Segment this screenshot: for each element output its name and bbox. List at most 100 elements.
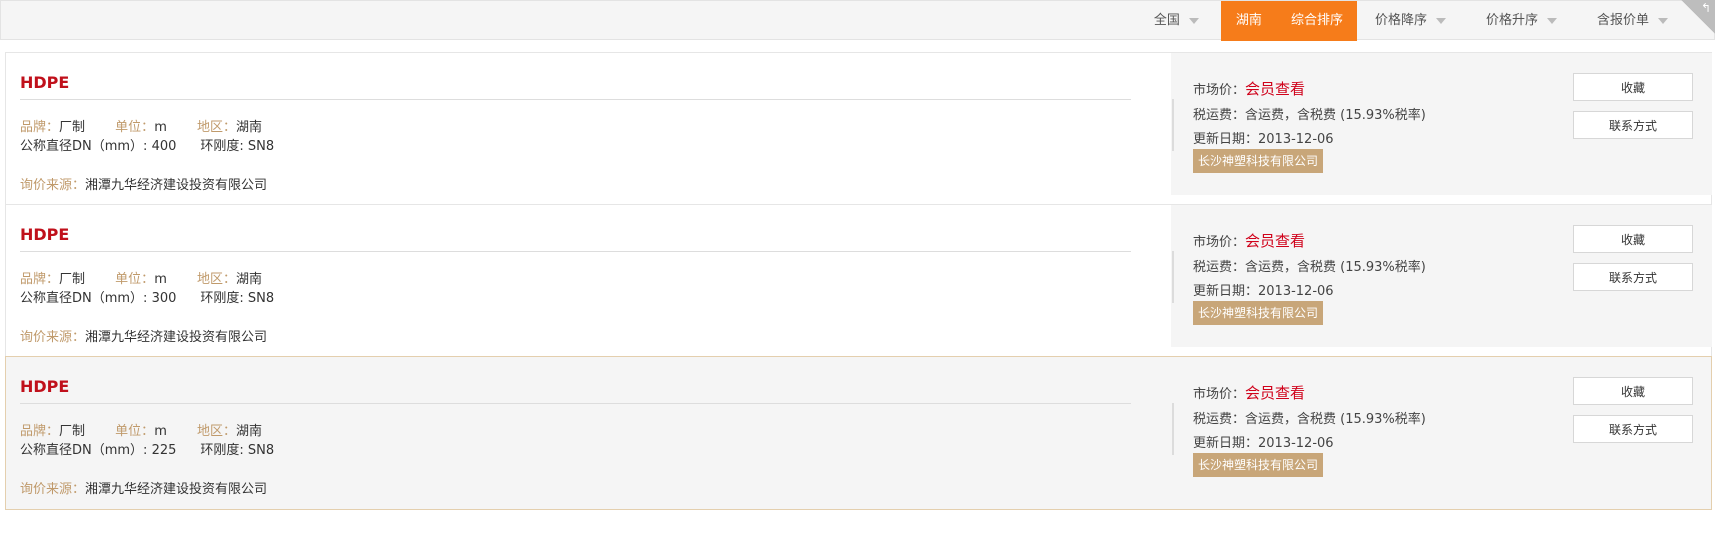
favorite-button[interactable]: 收藏: [1573, 73, 1693, 101]
company-badge[interactable]: 长沙神塑科技有限公司: [1193, 301, 1324, 325]
market-price-value[interactable]: 会员查看: [1245, 232, 1305, 250]
tax-value: 含运费，含税费 (15.93%税率): [1245, 412, 1426, 427]
brand-value: 厂制: [59, 272, 86, 287]
product-card: HDPE 品牌：厂制 单位：m 地区：湖南 公称直径DN（mm）: 400 环刚度…: [5, 52, 1712, 206]
stiffness-spec: 环刚度: SN8: [200, 139, 275, 154]
filter-with-quote-label: 含报价单: [1596, 13, 1649, 28]
tax-shipping: 税运费：含运费，含税费 (15.93%税率): [1193, 104, 1426, 123]
diameter-spec: 公称直径DN（mm）: 300: [20, 291, 177, 306]
filter-bar: 全国 湖南 综合排序 价格降序 价格升序 含报价单 ↰: [0, 0, 1715, 41]
brand-label: 品牌：: [20, 272, 60, 287]
update-date: 更新日期：2013-12-06: [1193, 280, 1334, 299]
product-name[interactable]: HDPE: [20, 225, 69, 244]
chevron-down-icon: [1435, 17, 1446, 24]
product-specs: 公称直径DN（mm）: 300 环刚度: SN8: [20, 287, 274, 306]
chevron-down-icon: [1188, 17, 1199, 24]
area-value: 湖南: [236, 272, 263, 287]
sort-default[interactable]: 综合排序: [1276, 1, 1357, 41]
company-badge[interactable]: 长沙神塑科技有限公司: [1193, 149, 1324, 173]
favorite-button[interactable]: 收藏: [1573, 377, 1693, 405]
area-label: 地区：: [197, 120, 237, 135]
product-specs: 公称直径DN（mm）: 400 环刚度: SN8: [20, 135, 274, 154]
sort-default-label: 综合排序: [1290, 13, 1343, 28]
contact-button[interactable]: 联系方式: [1573, 111, 1693, 139]
sort-price-desc[interactable]: 价格降序: [1357, 1, 1468, 41]
tax-value: 含运费，含税费 (15.93%税率): [1245, 108, 1426, 123]
date-value: 2013-12-06: [1258, 132, 1334, 147]
unit-label: 单位：: [115, 272, 155, 287]
active-filter-group: 湖南 综合排序: [1220, 1, 1357, 41]
unit-label: 单位：: [115, 424, 155, 439]
product-card: HDPE 品牌：厂制 单位：m 地区：湖南 公称直径DN（mm）: 300 环刚度…: [5, 204, 1712, 358]
date-label: 更新日期：: [1193, 436, 1259, 451]
product-card: HDPE 品牌：厂制 单位：m 地区：湖南 公称直径DN（mm）: 225 环刚度…: [5, 356, 1712, 510]
market-price: 市场价：会员查看: [1193, 230, 1305, 251]
inquiry-source: 询价来源：湘潭九华经济建设投资有限公司: [20, 326, 267, 345]
divider: [20, 403, 1131, 404]
market-price-value[interactable]: 会员查看: [1245, 80, 1305, 98]
source-value: 湘潭九华经济建设投资有限公司: [85, 482, 268, 497]
sort-price-asc-label: 价格升序: [1485, 13, 1538, 28]
product-specs: 公称直径DN（mm）: 225 环刚度: SN8: [20, 439, 274, 458]
contact-button[interactable]: 联系方式: [1573, 263, 1693, 291]
market-price-label: 市场价：: [1193, 387, 1246, 402]
sort-price-asc[interactable]: 价格升序: [1468, 1, 1579, 41]
brand-value: 厂制: [59, 120, 86, 135]
area-value: 湖南: [236, 120, 263, 135]
market-price: 市场价：会员查看: [1193, 382, 1305, 403]
area-label: 地区：: [197, 424, 237, 439]
market-price-label: 市场价：: [1193, 235, 1246, 250]
brand-label: 品牌：: [20, 424, 60, 439]
filter-group: 全国 湖南 综合排序 价格降序 价格升序 含报价单: [1136, 1, 1714, 41]
brand-value: 厂制: [59, 424, 86, 439]
tax-label: 税运费：: [1193, 412, 1246, 427]
stiffness-spec: 环刚度: SN8: [200, 443, 275, 458]
inquiry-source: 询价来源：湘潭九华经济建设投资有限公司: [20, 478, 267, 497]
date-value: 2013-12-06: [1258, 284, 1334, 299]
brand-label: 品牌：: [20, 120, 60, 135]
tax-value: 含运费，含税费 (15.93%税率): [1245, 260, 1426, 275]
product-attributes: 品牌：厂制 单位：m 地区：湖南: [20, 268, 288, 287]
company-badge[interactable]: 长沙神塑科技有限公司: [1193, 453, 1324, 477]
area-label: 地区：: [197, 272, 237, 287]
filter-province-label: 湖南: [1235, 13, 1262, 28]
source-label: 询价来源：: [20, 330, 86, 345]
chevron-down-icon: [1658, 17, 1668, 24]
diameter-spec: 公称直径DN（mm）: 225: [20, 443, 177, 458]
product-name[interactable]: HDPE: [20, 73, 69, 92]
stiffness-spec: 环刚度: SN8: [200, 291, 275, 306]
date-label: 更新日期：: [1193, 284, 1259, 299]
market-price-label: 市场价：: [1193, 83, 1246, 98]
date-label: 更新日期：: [1193, 132, 1259, 147]
area-value: 湖南: [236, 424, 263, 439]
source-label: 询价来源：: [20, 178, 86, 193]
contact-button[interactable]: 联系方式: [1573, 415, 1693, 443]
sort-price-desc-label: 价格降序: [1374, 13, 1427, 28]
filter-province[interactable]: 湖南: [1221, 1, 1276, 41]
tax-label: 税运费：: [1193, 108, 1246, 123]
tax-label: 税运费：: [1193, 260, 1246, 275]
inquiry-source: 询价来源：湘潭九华经济建设投资有限公司: [20, 174, 267, 193]
unit-label: 单位：: [115, 120, 155, 135]
market-price: 市场价：会员查看: [1193, 78, 1305, 99]
source-value: 湘潭九华经济建设投资有限公司: [85, 178, 268, 193]
diameter-spec: 公称直径DN（mm）: 400: [20, 139, 177, 154]
divider: [20, 99, 1131, 100]
product-name[interactable]: HDPE: [20, 377, 69, 396]
tax-shipping: 税运费：含运费，含税费 (15.93%税率): [1193, 256, 1426, 275]
source-label: 询价来源：: [20, 482, 86, 497]
favorite-button[interactable]: 收藏: [1573, 225, 1693, 253]
product-attributes: 品牌：厂制 单位：m 地区：湖南: [20, 116, 288, 135]
market-price-value[interactable]: 会员查看: [1245, 384, 1305, 402]
back-arrow-icon[interactable]: ↰: [1681, 0, 1715, 34]
date-value: 2013-12-06: [1258, 436, 1334, 451]
divider: [1172, 403, 1174, 455]
tax-shipping: 税运费：含运费，含税费 (15.93%税率): [1193, 408, 1426, 427]
unit-value: m: [154, 424, 167, 439]
divider: [1172, 251, 1174, 303]
unit-value: m: [154, 120, 167, 135]
source-value: 湘潭九华经济建设投资有限公司: [85, 330, 268, 345]
product-attributes: 品牌：厂制 单位：m 地区：湖南: [20, 420, 288, 439]
filter-region[interactable]: 全国: [1136, 1, 1221, 41]
chevron-down-icon: [1546, 17, 1557, 24]
